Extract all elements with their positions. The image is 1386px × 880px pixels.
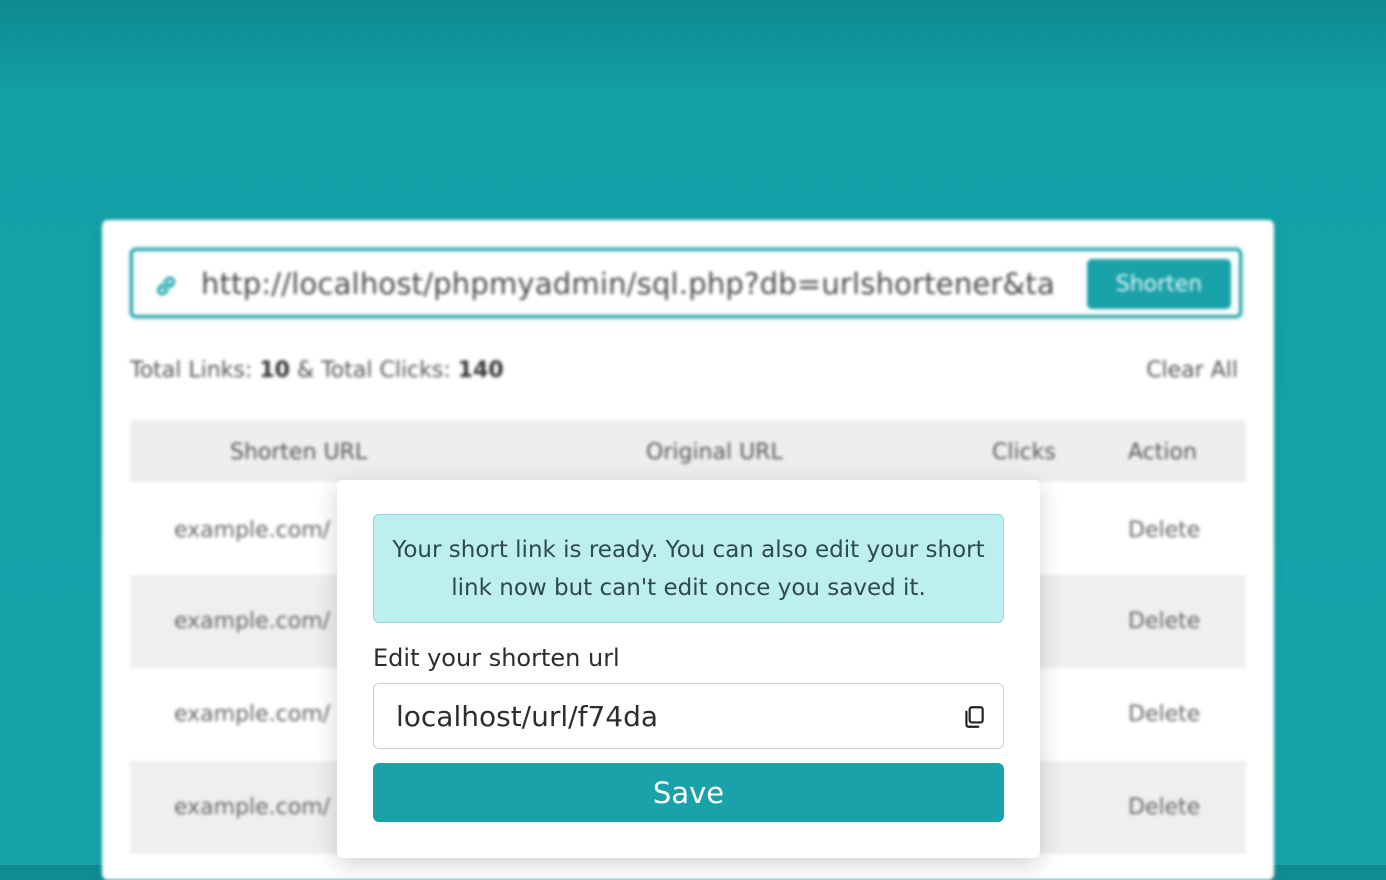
ready-notice: Your short link is ready. You can also e… — [373, 514, 1004, 623]
edit-url-field[interactable] — [373, 683, 1004, 749]
delete-action[interactable]: Delete — [1128, 795, 1200, 820]
header-clicks: Clicks — [992, 440, 1056, 465]
short-url-cell[interactable]: example.com/ — [174, 609, 330, 634]
link-stats: Total Links: 10 & Total Clicks: 140 — [130, 358, 504, 383]
link-icon — [156, 276, 176, 296]
url-input[interactable]: http://localhost/phpmyadmin/sql.php?db=u… — [201, 267, 1071, 303]
table-header: Shorten URL Original URL Clicks Action — [130, 420, 1246, 482]
shorten-button[interactable]: Shorten — [1087, 259, 1231, 309]
total-clicks-value: 140 — [457, 358, 504, 383]
delete-action[interactable]: Delete — [1128, 609, 1200, 634]
edit-url-input[interactable] — [396, 696, 936, 736]
edit-short-link-modal: Your short link is ready. You can also e… — [337, 480, 1040, 858]
short-url-cell[interactable]: example.com/ — [174, 518, 330, 543]
header-original-url: Original URL — [646, 440, 783, 465]
edit-url-label: Edit your shorten url — [373, 644, 620, 672]
total-links-label: Total Links: — [130, 358, 253, 383]
copy-icon[interactable] — [961, 704, 987, 730]
save-button[interactable]: Save — [373, 763, 1004, 822]
header-action: Action — [1128, 440, 1197, 465]
total-clicks-label: Total Clicks: — [321, 358, 451, 383]
url-input-bar[interactable]: http://localhost/phpmyadmin/sql.php?db=u… — [130, 248, 1242, 318]
delete-action[interactable]: Delete — [1128, 702, 1200, 727]
header-shorten-url: Shorten URL — [230, 440, 368, 465]
clear-all-link[interactable]: Clear All — [1146, 358, 1238, 383]
short-url-cell[interactable]: example.com/ — [174, 795, 330, 820]
total-links-value: 10 — [259, 358, 290, 383]
short-url-cell[interactable]: example.com/ — [174, 702, 330, 727]
delete-action[interactable]: Delete — [1128, 518, 1200, 543]
stats-separator: & — [296, 358, 315, 383]
